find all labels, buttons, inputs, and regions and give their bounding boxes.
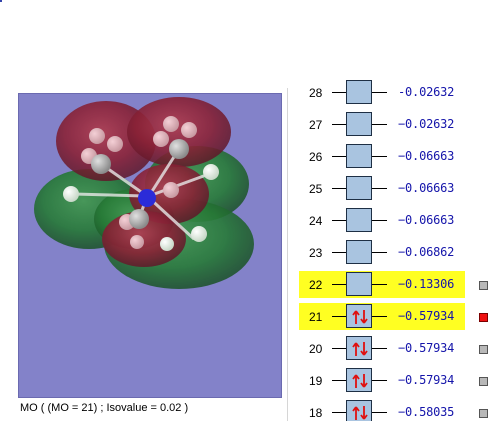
orbital-box[interactable]	[346, 240, 372, 264]
orbital-energy: −0.57934	[398, 309, 455, 323]
hydrogen-atom	[181, 122, 197, 138]
mo-level-row[interactable]: 19 −0.57934	[289, 365, 504, 397]
hydrogen-atom	[191, 226, 207, 242]
orbital-box[interactable]	[346, 304, 372, 328]
mo-level-row[interactable]: 25 −0.06663	[289, 173, 504, 205]
level-line-right	[372, 380, 387, 381]
mo-number: 18	[309, 406, 323, 420]
mo-select-marker[interactable]	[479, 377, 488, 386]
orbital-energy: −0.57934	[398, 373, 455, 387]
hydrogen-atom	[153, 131, 169, 147]
hydrogen-atom	[63, 186, 79, 202]
orbital-energy: −0.06663	[398, 181, 455, 195]
mo-number: 27	[309, 118, 323, 132]
mo-number: 24	[309, 214, 323, 228]
level-line-right	[372, 252, 387, 253]
orbital-box[interactable]	[346, 80, 372, 104]
orbital-box[interactable]	[346, 272, 372, 296]
level-line-right	[372, 188, 387, 189]
level-line-right	[372, 412, 387, 413]
orbital-box[interactable]	[346, 176, 372, 200]
mo-select-marker[interactable]	[479, 409, 488, 418]
orbital-box[interactable]	[346, 336, 372, 360]
orbital-energy: −0.06663	[398, 149, 455, 163]
orbital-box[interactable]	[346, 208, 372, 232]
mo-select-marker[interactable]	[479, 345, 488, 354]
orbital-energy: -0.02632	[398, 85, 455, 99]
electron-pair-icon	[352, 406, 368, 420]
orbital-energy: −0.06663	[398, 213, 455, 227]
mo-level-row[interactable]: 21 −0.57934	[289, 301, 504, 333]
mo-number: 28	[309, 86, 323, 100]
level-line-left	[332, 348, 346, 349]
orbital-box[interactable]	[346, 144, 372, 168]
hydrogen-atom	[107, 136, 123, 152]
hydrogen-atom	[163, 182, 179, 198]
mo-number: 20	[309, 342, 323, 356]
mo-number: 22	[309, 278, 323, 292]
level-line-left	[332, 284, 346, 285]
mo-number: 26	[309, 150, 323, 164]
mo-number: 25	[309, 182, 323, 196]
mo-energy-levels: 28 -0.02632 27 −0.02632 26 −0.06663 25 −0.06663…	[289, 80, 504, 421]
level-line-right	[372, 348, 387, 349]
orbital-box[interactable]	[346, 368, 372, 392]
electron-pair-icon	[352, 310, 368, 324]
carbon-atom	[91, 154, 111, 174]
mo-level-row[interactable]: 27 −0.02632	[289, 109, 504, 141]
orbital-energy: −0.02632	[398, 117, 455, 131]
hydrogen-atom	[203, 164, 219, 180]
orbital-energy: −0.58035	[398, 405, 455, 419]
mo-level-row[interactable]: 26 −0.06663	[289, 141, 504, 173]
isovalue-caption: MO ( (MO = 21) ; Isovalue = 0.02 )	[20, 402, 189, 414]
carbon-atom	[129, 209, 149, 229]
mo-viewer-panel: MO ( (MO = 21) ; Isovalue = 0.02 )	[13, 88, 287, 421]
level-line-left	[332, 220, 346, 221]
level-line-right	[372, 92, 387, 93]
selected-mo-marker[interactable]	[479, 313, 488, 322]
mo-level-row[interactable]: 18 −0.58035	[289, 397, 504, 421]
level-line-right	[372, 124, 387, 125]
orbital-box[interactable]	[346, 400, 372, 421]
level-line-left	[332, 124, 346, 125]
orbital-energy: −0.13306	[398, 277, 455, 291]
corner-dot	[0, 0, 2, 2]
level-line-right	[372, 316, 387, 317]
mo-number: 19	[309, 374, 323, 388]
level-line-left	[332, 188, 346, 189]
mo-level-row[interactable]: 23 −0.06862	[289, 237, 504, 269]
electron-pair-icon	[352, 374, 368, 388]
electron-pair-icon	[352, 342, 368, 356]
level-line-left	[332, 412, 346, 413]
mo-number: 21	[309, 310, 323, 324]
mo-level-row[interactable]: 20 −0.57934	[289, 333, 504, 365]
level-line-left	[332, 380, 346, 381]
orbital-energy: −0.57934	[398, 341, 455, 355]
orbital-energy: −0.06862	[398, 245, 455, 259]
mo-level-row[interactable]: 22 −0.13306	[289, 269, 504, 301]
level-line-left	[332, 316, 346, 317]
level-line-right	[372, 284, 387, 285]
hydrogen-atom	[163, 116, 179, 132]
molecule-viewport[interactable]	[18, 93, 282, 398]
carbon-atom	[169, 139, 189, 159]
level-line-left	[332, 252, 346, 253]
hydrogen-atom	[89, 128, 105, 144]
level-line-right	[372, 156, 387, 157]
mo-level-row[interactable]: 28 -0.02632	[289, 80, 504, 109]
level-line-left	[332, 92, 346, 93]
level-line-right	[372, 220, 387, 221]
hydrogen-atom	[130, 235, 144, 249]
mo-number: 23	[309, 246, 323, 260]
hydrogen-atom	[160, 237, 174, 251]
mo-select-marker[interactable]	[479, 281, 488, 290]
orbital-box[interactable]	[346, 112, 372, 136]
mo-level-row[interactable]: 24 −0.06663	[289, 205, 504, 237]
molecular-orbital-render	[34, 97, 254, 289]
level-line-left	[332, 156, 346, 157]
nitrogen-atom	[138, 189, 156, 207]
panel-divider	[287, 88, 288, 421]
